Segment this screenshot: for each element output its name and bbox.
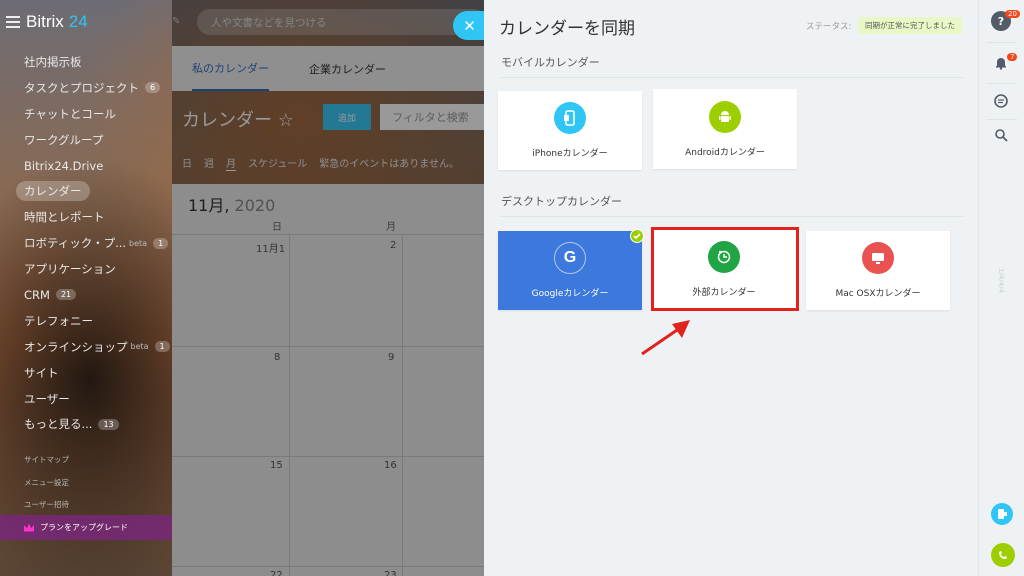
sidebar-item-label: アプリケーション — [24, 262, 116, 277]
sidebar-item-label: チャットとコール — [24, 106, 116, 121]
chat-icon[interactable] — [991, 91, 1011, 111]
crown-icon — [24, 523, 34, 532]
sidebar-item[interactable]: ワークグループ — [0, 127, 172, 153]
sidebar-item[interactable]: オンラインショップ beta 1 — [0, 334, 172, 360]
invite-users-link[interactable]: ユーザー招待 — [24, 499, 69, 510]
panel-title: カレンダーを同期 — [499, 19, 635, 39]
menu-icon[interactable] — [6, 16, 20, 28]
sidebar-item[interactable]: カレンダー — [0, 178, 172, 204]
counter-badge: 21 — [55, 289, 77, 301]
sidebar-item[interactable]: チャットとコール — [0, 101, 172, 127]
left-sidebar: Bitrix 24 社内掲示板タスクとプロジェクト 6 チャットとコール ワークグルー… — [0, 0, 172, 576]
sidebar-item-label: サイト — [24, 365, 59, 380]
iphone-calendar-card[interactable]: iPhoneカレンダー — [498, 91, 642, 170]
mac-osx-calendar-card[interactable]: Mac OSXカレンダー — [806, 231, 950, 310]
card-label: Mac OSXカレンダー — [835, 289, 921, 299]
counter-badge: 1 — [153, 237, 169, 249]
close-panel-button[interactable]: ✕ — [453, 11, 484, 40]
sidebar-item[interactable]: ユーザー — [0, 386, 172, 412]
google-icon: G — [554, 242, 586, 274]
android-calendar-card[interactable]: Androidカレンダー — [653, 89, 797, 169]
close-icon: ✕ — [463, 16, 476, 35]
highlight-box — [651, 227, 799, 311]
logo-row: Bitrix 24 — [6, 10, 88, 34]
sidebar-item[interactable]: ロボティック・プ... beta 1 — [0, 230, 172, 256]
phone-icon[interactable] — [991, 543, 1015, 567]
section-divider — [501, 216, 963, 217]
upgrade-plan-button[interactable]: プランをアップグレード — [0, 515, 172, 540]
counter-badge: 13 — [98, 418, 119, 430]
google-calendar-card[interactable]: G Googleカレンダー — [498, 229, 644, 310]
desktop-section-title: デスクトップカレンダー — [501, 195, 622, 208]
mac-icon — [862, 242, 894, 274]
sidebar-nav: 社内掲示板タスクとプロジェクト 6 チャットとコール ワークグループ Bitrix24.… — [0, 49, 172, 437]
vertical-label: 1/4/4/4 — [997, 268, 1005, 293]
mobile-section-title: モバイルカレンダー — [501, 56, 600, 69]
sidebar-item[interactable]: CRM 21 — [0, 282, 172, 308]
logo-24[interactable]: 24 — [69, 12, 88, 32]
logo-bitrix[interactable]: Bitrix — [26, 12, 64, 32]
iphone-icon — [554, 102, 586, 134]
sidebar-item[interactable]: 時間とレポート — [0, 204, 172, 230]
sidebar-item-label: もっと見る... — [24, 417, 93, 432]
sidebar-item-label: カレンダー — [16, 181, 90, 202]
beta-tag: beta — [129, 238, 148, 248]
sidebar-item-label: オンラインショップ — [24, 339, 128, 354]
card-label: Googleカレンダー — [531, 289, 609, 299]
sidebar-item-label: タスクとプロジェクト — [24, 80, 139, 95]
section-divider — [501, 77, 963, 78]
sidebar-item-label: テレフォニー — [24, 313, 93, 328]
sidebar-item-label: 時間とレポート — [24, 210, 105, 225]
beta-tag: beta — [130, 342, 149, 352]
sidebar-item[interactable]: タスクとプロジェクト 6 — [0, 75, 172, 101]
sidebar-item[interactable]: もっと見る... 13 — [0, 411, 172, 437]
sidebar-item-label: ロボティック・プ... — [24, 236, 127, 251]
notification-badge: 7 — [1007, 53, 1018, 61]
card-label: iPhoneカレンダー — [532, 149, 608, 159]
counter-badge: 6 — [145, 82, 161, 94]
sidebar-item-label: ユーザー — [24, 391, 70, 406]
upgrade-plan-label: プランをアップグレード — [40, 523, 128, 532]
sidebar-item[interactable]: Bitrix24.Drive — [0, 153, 172, 179]
modal-overlay[interactable] — [172, 0, 484, 576]
annotation-arrow — [641, 320, 690, 356]
counter-badge: 1 — [154, 341, 170, 353]
sidebar-item[interactable]: 社内掲示板 — [0, 49, 172, 75]
divider — [987, 119, 1017, 120]
sidebar-item[interactable]: アプリケーション — [0, 256, 172, 282]
desktop-app-icon[interactable] — [991, 503, 1013, 525]
sidebar-item-label: ワークグループ — [24, 132, 104, 147]
menu-settings-link[interactable]: メニュー設定 — [24, 477, 69, 488]
status-badge: 同期が正常に完了しました — [858, 17, 962, 34]
status-label: ステータス: — [806, 22, 852, 32]
connected-check-icon — [630, 229, 644, 243]
android-icon — [709, 100, 741, 133]
sidebar-item-label: 社内掲示板 — [24, 54, 82, 69]
sidebar-item[interactable]: サイト — [0, 360, 172, 386]
search-icon[interactable] — [991, 125, 1011, 145]
sidebar-item[interactable]: テレフォニー — [0, 308, 172, 334]
sidebar-item-label: CRM — [24, 287, 50, 302]
card-label: Androidカレンダー — [685, 147, 765, 158]
help-badge: 20 — [1005, 10, 1020, 18]
sidebar-item-label: Bitrix24.Drive — [24, 158, 104, 173]
divider — [987, 83, 1017, 84]
divider — [987, 42, 1017, 43]
sitemap-link[interactable]: サイトマップ — [24, 454, 69, 465]
